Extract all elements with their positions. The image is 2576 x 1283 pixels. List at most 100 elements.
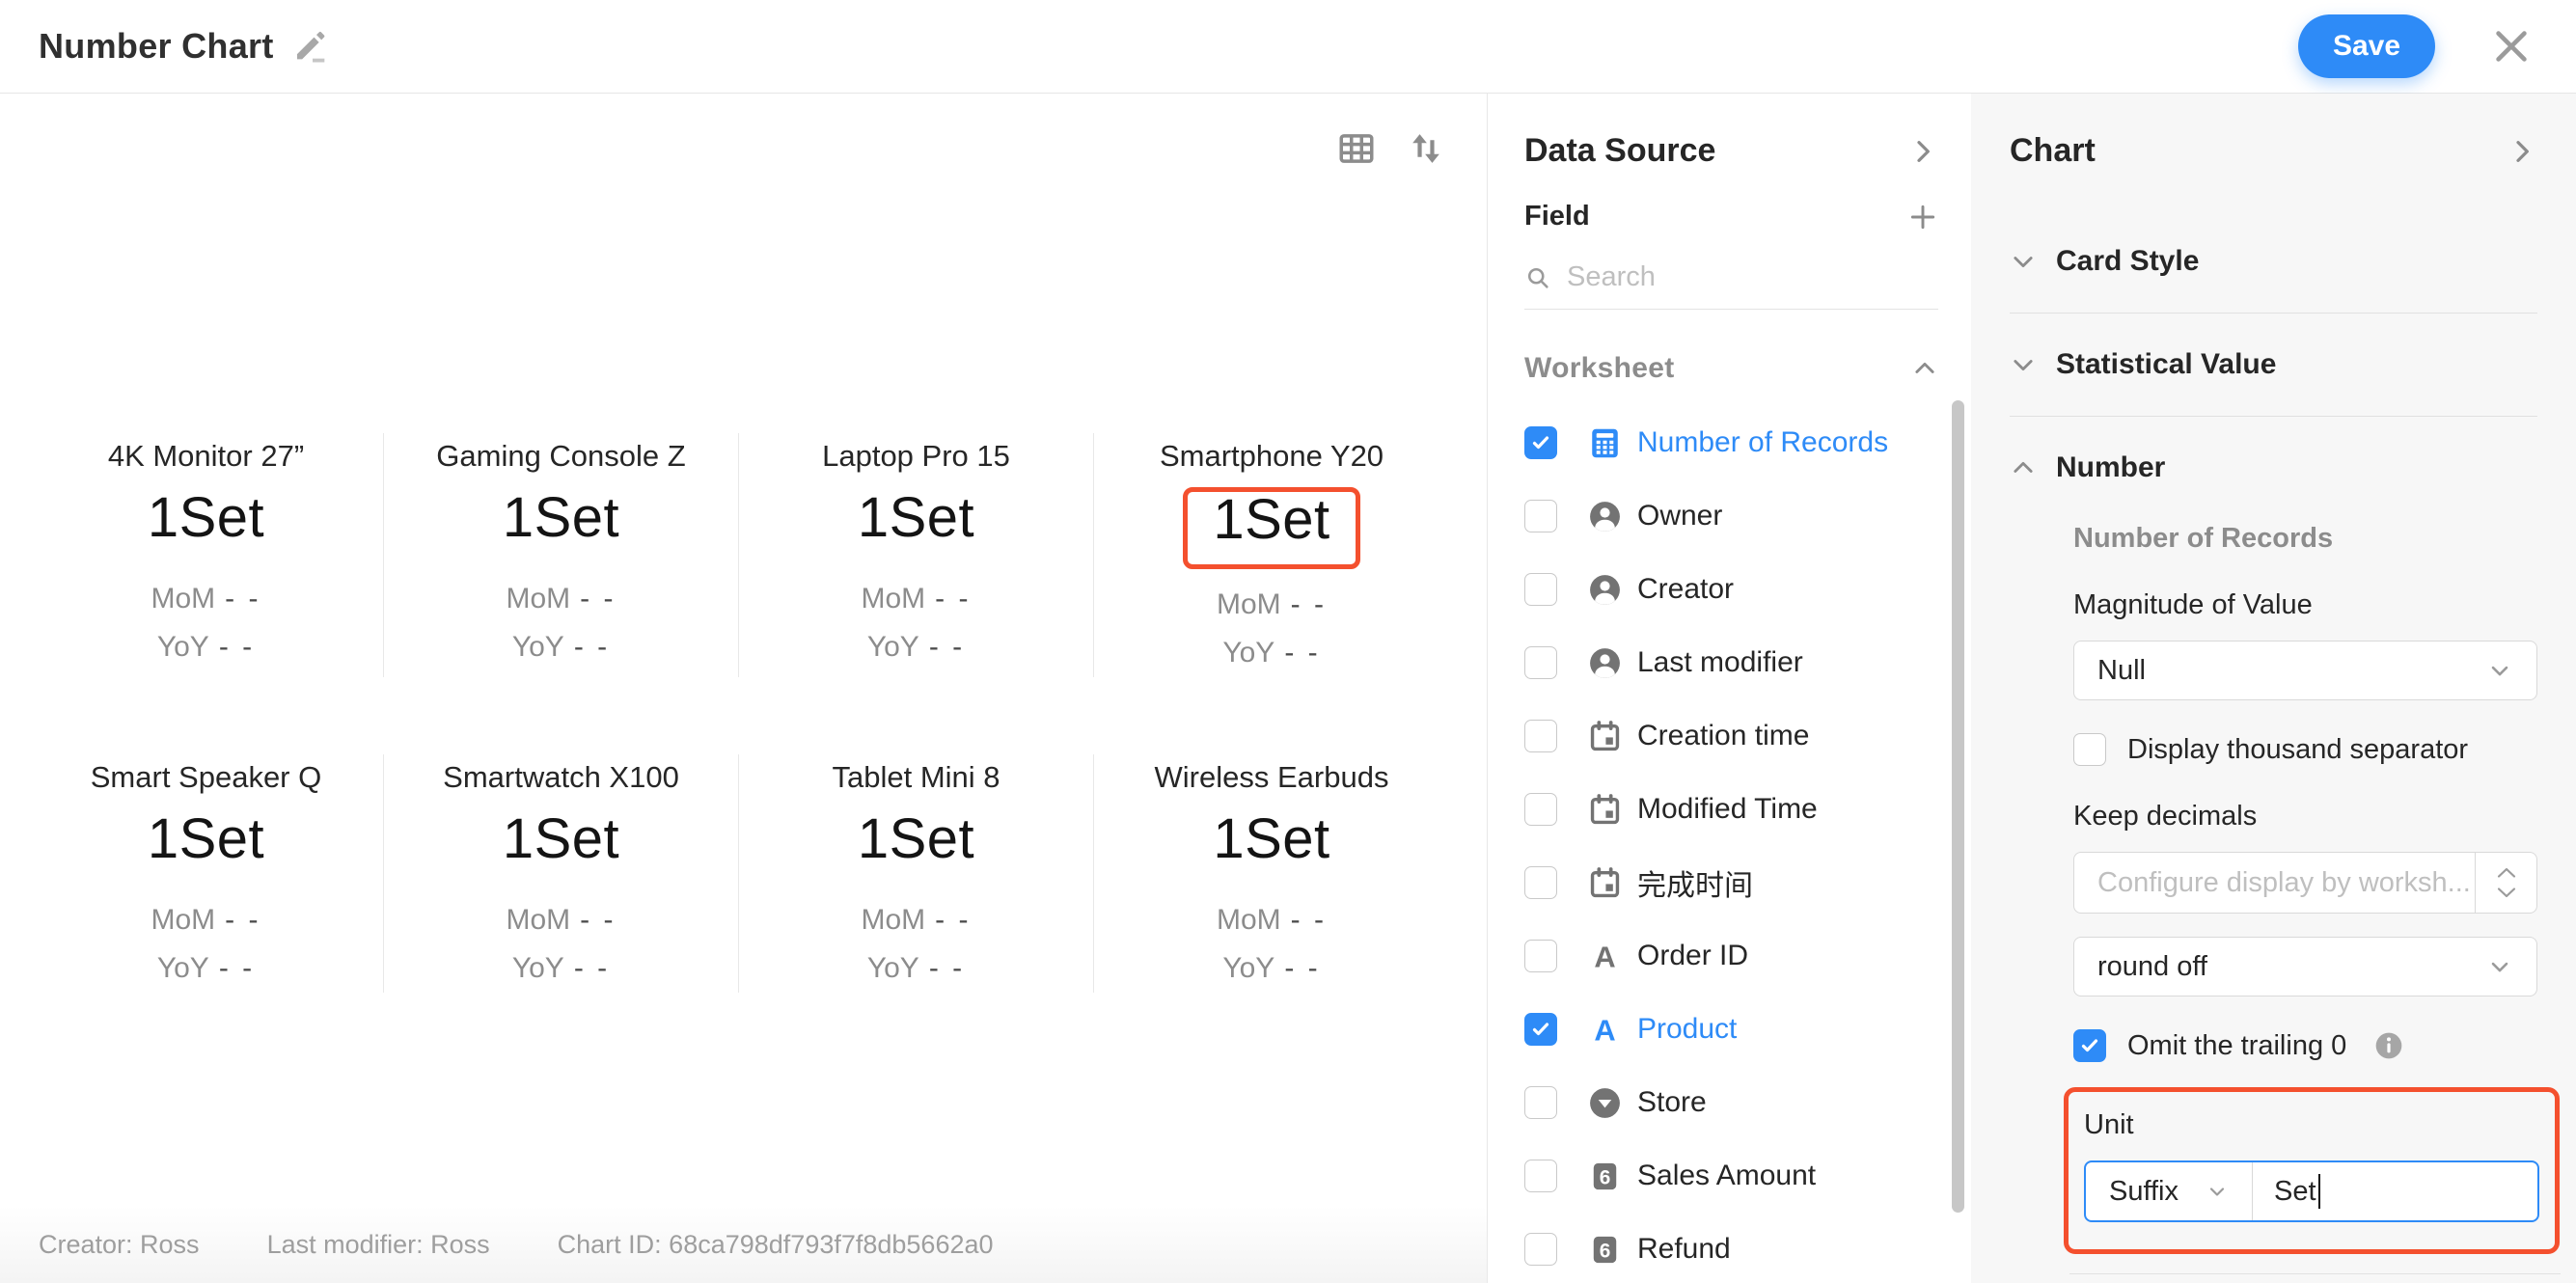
card-title: Tablet Mini 8 (751, 760, 1082, 795)
field-checkbox[interactable] (1524, 500, 1557, 532)
yoy-row-label: YoY (867, 952, 919, 984)
info-icon[interactable] (2373, 1030, 2404, 1061)
yoy-row-label: YoY (1222, 637, 1274, 669)
section-number[interactable]: Number (2010, 451, 2537, 484)
chevron-down-icon (2010, 351, 2037, 378)
field-row[interactable]: Modified Time (1524, 773, 1938, 846)
collapse-panel-chevron-right-icon[interactable] (1907, 136, 1938, 167)
omit-trailing-zero-label: Omit the trailing 0 (2127, 1030, 2346, 1062)
save-button[interactable]: Save (2298, 14, 2435, 78)
mom-row: MoM- - (751, 904, 1082, 937)
number-card[interactable]: Wireless Earbuds1SetMoM- -YoY- - (1094, 754, 1449, 993)
mom-row-value: - - (580, 904, 616, 936)
field-row[interactable]: AOrder ID (1524, 919, 1938, 993)
number-card[interactable]: Smartphone Y201SetMoM- -YoY- - (1094, 433, 1449, 677)
magnitude-select[interactable]: Null (2073, 641, 2537, 700)
unit-value-input[interactable]: Set (2253, 1162, 2537, 1220)
field-label: 完成时间 (1637, 861, 1753, 904)
unit-label: Unit (2084, 1109, 2539, 1141)
field-checkbox[interactable] (1524, 866, 1557, 899)
field-row[interactable]: Owner (1524, 479, 1938, 553)
field-row[interactable]: Last modifier (1524, 626, 1938, 699)
edit-title-icon[interactable] (291, 27, 330, 66)
card-title: Gaming Console Z (396, 439, 726, 474)
calendar-icon (1587, 865, 1623, 901)
yoy-row-label: YoY (512, 631, 564, 663)
unit-position-select[interactable]: Suffix (2086, 1162, 2253, 1220)
person-icon (1587, 645, 1623, 681)
page-title: Number Chart (39, 26, 274, 67)
field-search[interactable] (1524, 261, 1938, 310)
rounding-select[interactable]: round off (2073, 937, 2537, 996)
yoy-row: YoY- - (41, 952, 371, 985)
top-bar: Number Chart Save (0, 0, 2576, 94)
field-checkbox[interactable] (1524, 573, 1557, 606)
yoy-row-value: - - (929, 631, 965, 663)
close-icon[interactable] (2489, 24, 2534, 68)
collapse-group-chevron-up-icon[interactable] (1911, 355, 1938, 382)
mom-row-label: MoM (1217, 904, 1281, 936)
number-card[interactable]: 4K Monitor 27”1SetMoM- -YoY- - (29, 433, 384, 677)
field-row[interactable]: 6Refund (1524, 1213, 1938, 1283)
number-field-icon: 6 (1587, 1232, 1623, 1268)
card-value: 1Set (858, 807, 974, 870)
card-value: 1Set (1213, 807, 1329, 870)
field-row[interactable]: Store (1524, 1066, 1938, 1139)
thousand-separator-checkbox[interactable] (2073, 733, 2106, 766)
field-row[interactable]: 完成时间 (1524, 846, 1938, 919)
add-field-plus-icon[interactable] (1907, 202, 1938, 232)
field-checkbox[interactable] (1524, 1160, 1557, 1192)
divider (2010, 416, 2537, 417)
omit-trailing-zero-checkbox[interactable] (2073, 1029, 2106, 1062)
decimals-stepper[interactable] (2475, 853, 2536, 913)
collapse-settings-chevron-right-icon[interactable] (2507, 136, 2537, 167)
field-checkbox[interactable] (1524, 793, 1557, 826)
chart-settings-panel: Chart Card Style Statistical Value (1971, 94, 2576, 1283)
number-card[interactable]: Smart Speaker Q1SetMoM- -YoY- - (29, 754, 384, 993)
keep-decimals-label: Keep decimals (2073, 801, 2537, 833)
field-row[interactable]: Creator (1524, 553, 1938, 626)
mom-row-value: - - (225, 583, 260, 614)
field-list: Number of RecordsOwnerCreatorLast modifi… (1524, 406, 1938, 1283)
field-row[interactable]: AProduct (1524, 993, 1938, 1066)
mom-row: MoM- - (1106, 588, 1438, 621)
sort-icon[interactable] (1406, 128, 1446, 169)
decimals-placeholder: Configure display by worksh... (2074, 853, 2475, 913)
field-row[interactable]: Number of Records (1524, 406, 1938, 479)
thousand-separator-row[interactable]: Display thousand separator (2073, 733, 2537, 766)
field-checkbox[interactable] (1524, 1233, 1557, 1266)
stepper-up-icon (2496, 866, 2517, 879)
number-card[interactable]: Smartwatch X1001SetMoM- -YoY- - (384, 754, 739, 993)
search-input[interactable] (1567, 261, 1938, 293)
field-checkbox[interactable] (1524, 1013, 1557, 1046)
statistical-value-label: Statistical Value (2056, 348, 2276, 381)
card-value: 1Set (1213, 488, 1329, 551)
section-statistical-value[interactable]: Statistical Value (2010, 348, 2537, 381)
section-card-style[interactable]: Card Style (2010, 245, 2537, 278)
field-checkbox[interactable] (1524, 646, 1557, 679)
worksheet-group-label: Worksheet (1524, 352, 1675, 385)
yoy-row: YoY- - (41, 631, 371, 664)
omit-trailing-zero-row[interactable]: Omit the trailing 0 (2073, 1029, 2537, 1062)
field-checkbox[interactable] (1524, 720, 1557, 752)
field-checkbox[interactable] (1524, 940, 1557, 972)
mom-row-value: - - (1291, 588, 1327, 620)
magnitude-label: Magnitude of Value (2073, 589, 2537, 621)
number-card[interactable]: Laptop Pro 151SetMoM- -YoY- - (739, 433, 1094, 677)
number-card[interactable]: Tablet Mini 81SetMoM- -YoY- - (739, 754, 1094, 993)
field-row[interactable]: 6Sales Amount (1524, 1139, 1938, 1213)
table-view-icon[interactable] (1336, 128, 1377, 169)
field-row[interactable]: Creation time (1524, 699, 1938, 773)
search-icon (1524, 264, 1551, 291)
field-checkbox[interactable] (1524, 1086, 1557, 1119)
divider (2069, 1273, 2561, 1274)
field-label: Modified Time (1637, 793, 1818, 826)
number-card[interactable]: Gaming Console Z1SetMoM- -YoY- - (384, 433, 739, 677)
chart-meta-bar: Creator: Ross Last modifier: Ross Chart … (0, 1206, 1487, 1283)
decimals-input[interactable]: Configure display by worksh... (2073, 852, 2537, 914)
field-label: Sales Amount (1637, 1160, 1816, 1192)
canvas-toolbar (1336, 128, 1446, 169)
field-list-scrollbar[interactable] (1952, 400, 1964, 1213)
chevron-up-icon (2010, 454, 2037, 481)
field-checkbox[interactable] (1524, 426, 1557, 459)
